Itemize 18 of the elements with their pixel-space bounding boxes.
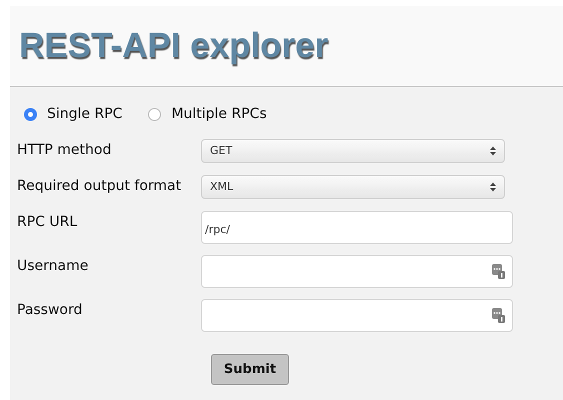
page-title: REST-API explorer (19, 24, 328, 67)
mode-radio[interactable]: Single RPC (24, 104, 122, 124)
dropdown-field[interactable]: XML (201, 175, 505, 199)
field-label: Required output format (16, 177, 182, 196)
input-field[interactable] (201, 255, 513, 288)
mode-radio[interactable]: Multiple RPCs (148, 104, 267, 124)
field-label: Username (16, 257, 90, 276)
dropdown-arrows-icon (490, 146, 496, 156)
submit-button[interactable]: Submit (211, 354, 289, 385)
password-manager-icon[interactable] (492, 264, 505, 279)
field-label: RPC URL (16, 213, 78, 232)
password-manager-icon[interactable] (492, 308, 505, 323)
dropdown-arrows-icon (490, 182, 496, 192)
dropdown-field[interactable]: GET (201, 139, 505, 163)
input-field[interactable] (201, 299, 513, 332)
field-label: HTTP method (16, 141, 112, 160)
input-field[interactable]: /rpc/ (201, 211, 513, 244)
field-label: Password (16, 301, 84, 320)
